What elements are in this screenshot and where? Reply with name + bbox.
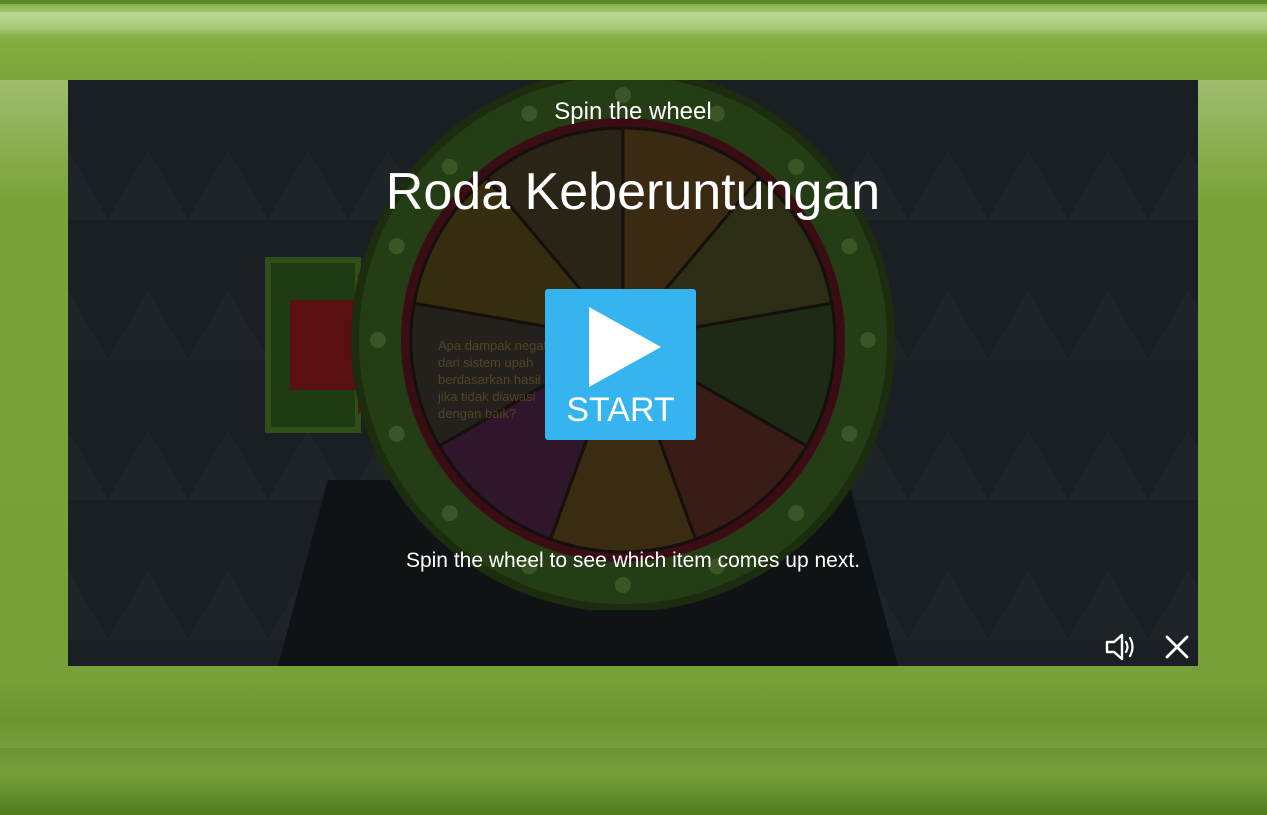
activity-subtitle: Spin the wheel — [554, 98, 712, 125]
rim-dot — [788, 505, 805, 522]
rim-dot — [441, 505, 458, 522]
rim-dot — [860, 332, 876, 348]
top-highlight — [0, 12, 1267, 34]
rim-dot — [615, 577, 631, 593]
rim-dot — [388, 238, 405, 255]
instruction-text: Spin the wheel to see which item comes u… — [405, 549, 861, 572]
side-glow-right — [1198, 80, 1267, 200]
game-stage: Apa dampak negatif dari sistem upah berd… — [68, 80, 1198, 666]
activity-title: Roda Keberuntungan — [385, 163, 881, 221]
top-border — [0, 0, 1267, 4]
rim-dot — [841, 425, 858, 442]
start-button[interactable]: START — [545, 289, 696, 440]
bottom-band — [0, 748, 1267, 774]
start-label: START — [566, 391, 675, 429]
play-icon — [589, 307, 661, 387]
side-glow-left — [0, 80, 68, 200]
rim-dot — [370, 332, 386, 348]
speaker-icon[interactable] — [1104, 632, 1136, 662]
rim-dot — [841, 238, 858, 255]
close-icon[interactable] — [1162, 632, 1194, 662]
rim-dot — [388, 425, 405, 442]
